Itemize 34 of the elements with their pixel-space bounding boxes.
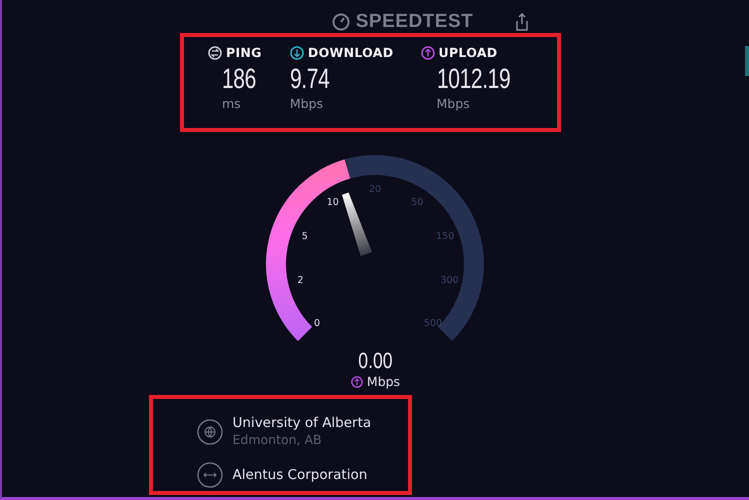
- upload-icon: [350, 376, 363, 388]
- download-icon: [290, 46, 304, 60]
- speedtest-logo: SPEEDTEST: [356, 11, 474, 33]
- provider-name: Alentus Corporation: [232, 466, 368, 484]
- stat-unit: Mbps: [290, 96, 324, 111]
- connection-icon: [196, 462, 222, 488]
- tick-label: 0: [314, 318, 320, 329]
- stat-value: 1012.19: [436, 62, 510, 96]
- tick-label: 500: [423, 318, 442, 329]
- speedometer-icon: [332, 13, 350, 31]
- upload-icon: [420, 46, 435, 60]
- server-name[interactable]: University of Alberta: [232, 415, 372, 432]
- tick-label: 150: [436, 230, 454, 242]
- stat-unit: ms: [222, 96, 241, 111]
- stat-value: 9.74: [290, 62, 330, 96]
- ping-icon: [208, 46, 222, 60]
- tick-label: 50: [410, 196, 423, 208]
- speed-reading: 0.00: [358, 348, 393, 374]
- stat-label: DOWNLOAD: [308, 45, 394, 60]
- edge-bar: [745, 46, 749, 76]
- tick-label: 300: [440, 274, 458, 286]
- stat-label: UPLOAD: [438, 45, 498, 60]
- server-location: Edmonton, AB: [232, 432, 323, 448]
- stat-unit: Mbps: [436, 96, 470, 111]
- speed-unit: Mbps: [366, 374, 400, 389]
- share-icon[interactable]: [515, 13, 530, 31]
- tick-label: 2: [296, 274, 303, 286]
- gauge-needle: [342, 192, 372, 256]
- tick-label: 5: [301, 230, 308, 242]
- globe-icon: [196, 418, 222, 444]
- stat-value: 186: [222, 62, 256, 96]
- tick-label: 20: [368, 184, 381, 195]
- stat-label: PING: [226, 45, 262, 60]
- tick-label: 10: [326, 196, 338, 208]
